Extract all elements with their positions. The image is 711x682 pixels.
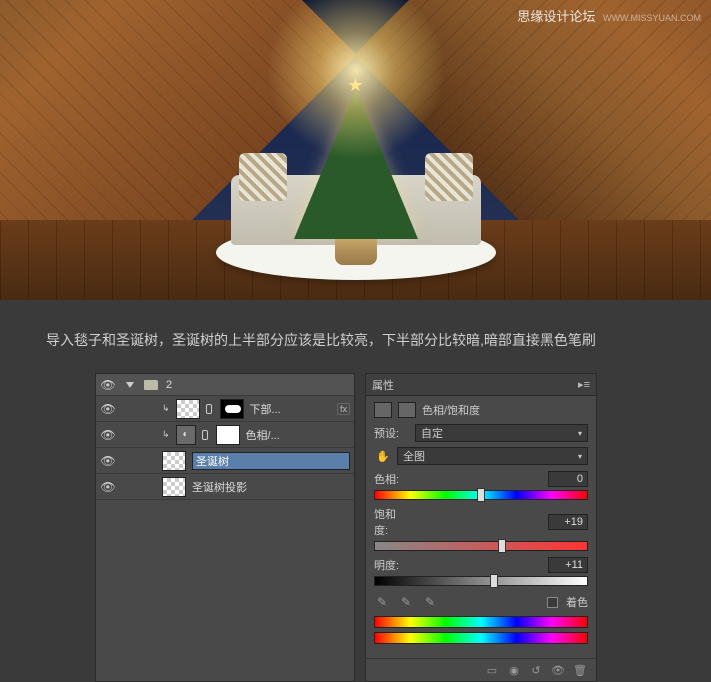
lightness-track[interactable] [374,576,588,586]
clip-icon: ↳ [162,403,170,414]
hue-value[interactable]: 0 [548,471,588,487]
layers-panel: 👁 2 👁 ↳ 下部... fx 👁 ↳ ◐ 色相/... 👁 [95,373,355,682]
hue-label: 色相: [374,471,410,487]
group-name[interactable]: 2 [166,379,350,391]
spectrum-in[interactable] [374,616,588,628]
saturation-value[interactable]: +19 [548,514,588,530]
saturation-slider: 饱和度: +19 [374,506,588,551]
delete-icon[interactable]: 🗑 [572,663,588,677]
clip-to-layer-icon[interactable]: ▭ [484,663,500,677]
layer-name[interactable]: 色相/... [246,427,350,443]
slider-thumb[interactable] [498,539,506,553]
adjustment-name: 色相/饱和度 [422,402,480,418]
mask-thumb[interactable] [220,399,244,419]
fx-badge[interactable]: fx [337,403,350,415]
layer-row[interactable]: 👁 圣诞树投影 [96,474,354,500]
saturation-track[interactable] [374,541,588,551]
layer-name[interactable]: 下部... [250,401,331,417]
layer-row[interactable]: 👁 ↳ ◐ 色相/... [96,422,354,448]
toggle-visibility-icon[interactable]: 👁 [550,663,566,677]
layer-row[interactable]: 👁 圣诞树 [96,448,354,474]
chevron-down-icon: ▾ [578,452,582,461]
mask-indicator-icon [398,402,416,418]
layer-thumb[interactable] [162,477,186,497]
light-glow [266,0,446,160]
watermark: 思缘设计论坛 WWW.MISSYUAN.COM [517,6,701,25]
lightness-slider: 明度: +11 [374,557,588,586]
range-select[interactable]: 全图▾ [397,447,588,465]
colorize-label: 着色 [566,594,588,610]
view-previous-icon[interactable]: ◉ [506,663,522,677]
spectrum-out[interactable] [374,632,588,644]
layer-name[interactable]: 圣诞树投影 [192,479,350,495]
lightness-value[interactable]: +11 [548,557,588,573]
properties-panel: 属性 ▸≡ 色相/饱和度 预设: 自定▾ ✋ 全图▾ 色 [365,373,597,682]
preset-label: 预设: [374,425,410,441]
watermark-text: 思缘设计论坛 [517,9,595,24]
lightness-label: 明度: [374,557,410,573]
layer-thumb[interactable] [162,451,186,471]
visibility-icon[interactable]: 👁 [100,378,116,392]
eyedropper-icon[interactable]: ✎ [374,594,390,610]
link-icon[interactable] [206,404,212,414]
tutorial-caption: 导入毯子和圣诞树，圣诞树的上半部分应该是比较亮，下半部分比较暗,暗部直接黑色笔刷 [0,300,711,373]
eyedropper-add-icon[interactable]: ✎ [398,594,414,610]
layer-thumb[interactable] [176,399,200,419]
visibility-icon[interactable]: 👁 [100,402,116,416]
visibility-icon[interactable]: 👁 [100,454,116,468]
hue-track[interactable] [374,490,588,500]
watermark-url: WWW.MISSYUAN.COM [603,13,701,23]
slider-thumb[interactable] [490,574,498,588]
visibility-icon[interactable]: 👁 [100,480,116,494]
adjustment-type-icon [374,402,392,418]
target-adjust-icon[interactable]: ✋ [374,447,392,465]
reset-icon[interactable]: ↺ [528,663,544,677]
preview-image: 思缘设计论坛 WWW.MISSYUAN.COM ★ [0,0,711,300]
eyedropper-sub-icon[interactable]: ✎ [422,594,438,610]
preset-select[interactable]: 自定▾ [415,424,588,442]
mask-thumb[interactable] [216,425,240,445]
layer-name[interactable]: 圣诞树 [192,452,350,470]
panel-header: 属性 ▸≡ [366,374,596,396]
slider-thumb[interactable] [477,488,485,502]
visibility-icon[interactable]: 👁 [100,428,116,442]
clip-icon: ↳ [162,429,170,440]
link-icon[interactable] [202,430,208,440]
folder-icon [144,380,158,390]
hue-slider: 色相: 0 [374,471,588,500]
layer-row[interactable]: 👁 ↳ 下部... fx [96,396,354,422]
colorize-checkbox[interactable] [547,597,558,608]
layer-group-row[interactable]: 👁 2 [96,374,354,396]
panel-menu-icon[interactable]: ▸≡ [578,378,590,391]
adjustment-icon[interactable]: ◐ [176,425,196,445]
expand-icon[interactable] [126,382,134,388]
chevron-down-icon: ▾ [578,429,582,438]
saturation-label: 饱和度: [374,506,410,538]
panel-title: 属性 [372,377,394,393]
